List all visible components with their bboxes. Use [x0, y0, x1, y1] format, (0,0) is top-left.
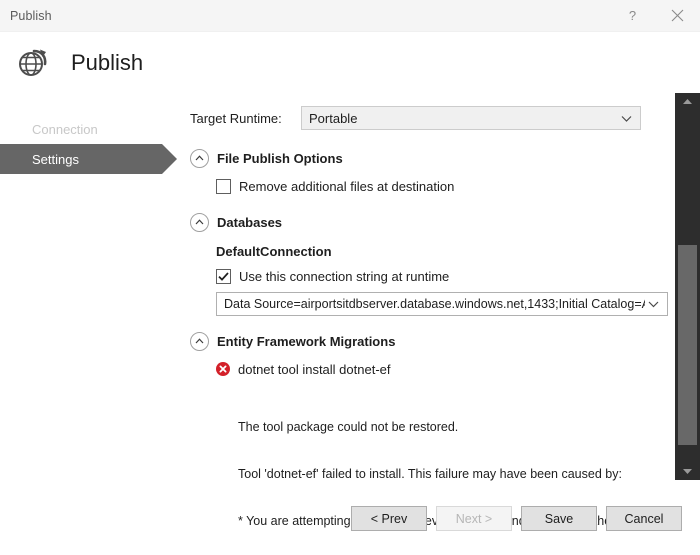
save-button[interactable]: Save — [521, 506, 597, 531]
scrollbar-track[interactable] — [675, 110, 700, 463]
caret-up-icon — [683, 99, 692, 104]
sidebar-item-label: Connection — [32, 121, 98, 137]
close-icon — [671, 9, 684, 22]
dialog-header: Publish — [0, 32, 700, 93]
caret-down-icon — [683, 469, 692, 474]
expander-label: Databases — [217, 214, 283, 230]
cancel-button[interactable]: Cancel — [606, 506, 682, 531]
chevron-up-icon — [190, 212, 209, 232]
settings-panel: Target Runtime: Portable File Publish Op… — [190, 93, 700, 555]
footer-button-row: < Prev Next > Save Cancel — [351, 506, 682, 531]
chevron-down-icon — [621, 111, 632, 126]
scrollbar-up-button[interactable] — [675, 93, 700, 110]
use-connection-string-checkbox-row[interactable]: Use this connection string at runtime — [216, 265, 690, 287]
window-controls: ? — [610, 0, 700, 31]
scrollbar-down-button[interactable] — [675, 463, 700, 480]
content-scrollbar[interactable] — [675, 93, 700, 480]
expander-file-publish-options[interactable]: File Publish Options — [190, 147, 690, 169]
target-runtime-row: Target Runtime: Portable — [190, 105, 690, 131]
prev-button[interactable]: < Prev — [351, 506, 427, 531]
use-connection-string-label: Use this connection string at runtime — [239, 268, 450, 284]
target-runtime-select[interactable]: Portable — [301, 106, 641, 130]
expander-label: File Publish Options — [217, 150, 343, 166]
dialog-body: Connection Settings Target Runtime: Port… — [0, 93, 700, 555]
error-line: Tool 'dotnet-ef' failed to install. This… — [238, 466, 622, 481]
close-button[interactable] — [655, 0, 700, 31]
scrollbar-thumb[interactable] — [678, 245, 697, 445]
chevron-up-icon — [190, 331, 209, 351]
dialog-footer: < Prev Next > Save Cancel — [0, 494, 700, 554]
sidebar-item-settings[interactable]: Settings — [0, 144, 177, 174]
connection-string-value: Data Source=airportsitdbserver.database.… — [224, 297, 645, 311]
expander-label: Entity Framework Migrations — [217, 333, 396, 349]
checkbox-unchecked-icon[interactable] — [216, 178, 231, 194]
page-title: Publish — [71, 49, 144, 75]
sidebar-item-label: Settings — [32, 151, 79, 167]
connection-string-select[interactable]: Data Source=airportsitdbserver.database.… — [216, 292, 668, 316]
ef-migration-command: dotnet tool install dotnet-ef — [238, 361, 391, 377]
help-button[interactable]: ? — [610, 0, 655, 31]
target-runtime-value: Portable — [309, 110, 358, 126]
connection-name-label: DefaultConnection — [216, 244, 332, 259]
expander-databases[interactable]: Databases — [190, 211, 690, 233]
window-title: Publish — [10, 8, 52, 23]
target-runtime-label: Target Runtime: — [190, 110, 282, 126]
checkbox-checked-icon[interactable] — [216, 268, 231, 284]
window-titlebar: Publish ? — [0, 0, 700, 32]
sidebar-item-connection[interactable]: Connection — [0, 114, 190, 144]
error-line: The tool package could not be restored. — [238, 420, 459, 435]
chevron-down-icon — [648, 297, 659, 311]
ef-migration-status-row: dotnet tool install dotnet-ef — [216, 359, 690, 379]
remove-additional-files-label: Remove additional files at destination — [239, 178, 455, 194]
next-button: Next > — [436, 506, 512, 531]
error-icon — [216, 362, 230, 376]
question-mark-icon: ? — [628, 8, 637, 23]
remove-additional-files-checkbox-row[interactable]: Remove additional files at destination — [216, 175, 690, 197]
globe-publish-icon — [13, 43, 53, 83]
sidebar: Connection Settings — [0, 93, 190, 555]
expander-ef-migrations[interactable]: Entity Framework Migrations — [190, 330, 690, 352]
chevron-up-icon — [190, 148, 209, 168]
